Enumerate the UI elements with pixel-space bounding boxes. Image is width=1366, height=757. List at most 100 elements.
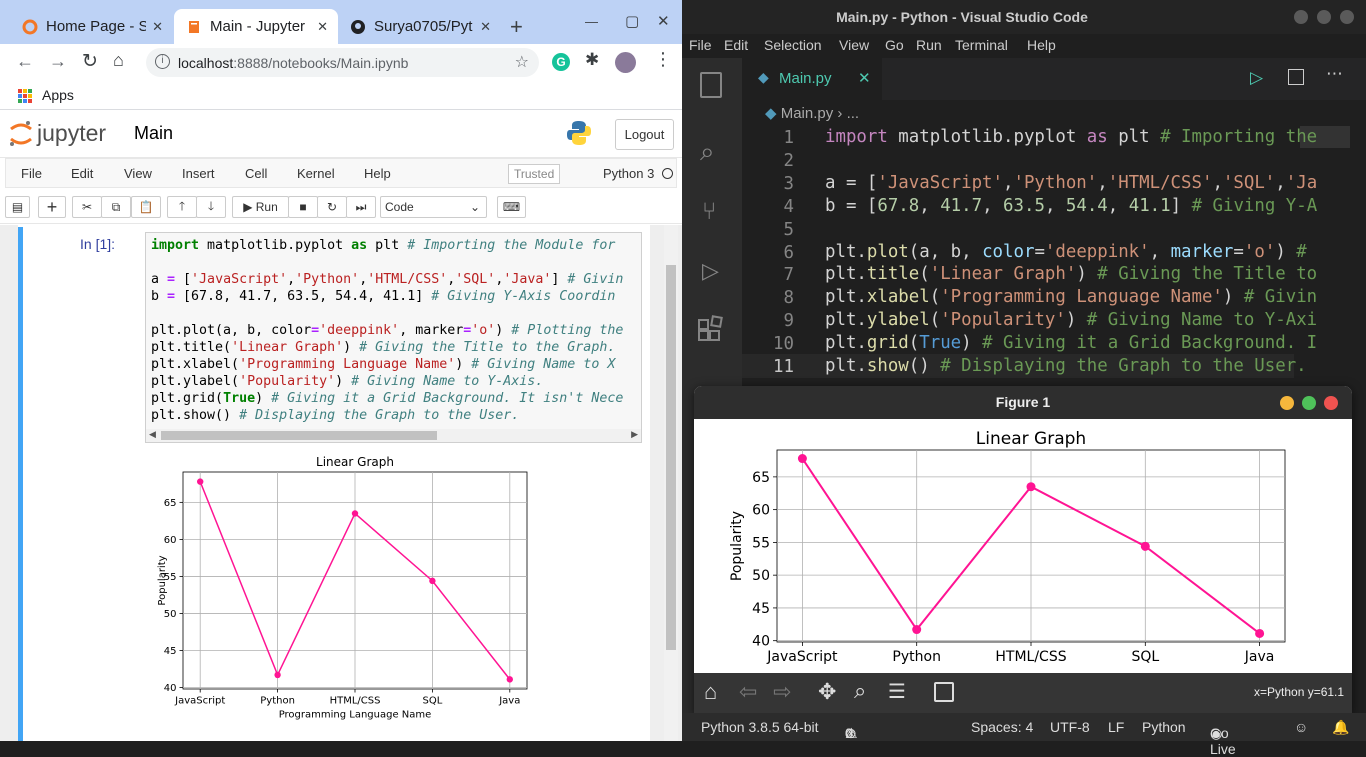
source-control-icon[interactable]: ⑂ — [702, 198, 716, 226]
line-number: 9 — [783, 311, 794, 332]
vs-menu-go[interactable]: Go — [885, 37, 904, 53]
apps-grid-icon[interactable] — [18, 89, 32, 103]
code-cell-editor[interactable]: import matplotlib.pyplot as plt # Import… — [145, 232, 642, 443]
more-actions-icon[interactable]: ⋯ — [1326, 64, 1343, 84]
vs-menu-selection[interactable]: Selection — [764, 37, 822, 53]
copy-icon[interactable]: ⧉ — [101, 196, 131, 218]
trusted-badge[interactable]: Trusted — [508, 164, 561, 184]
restart-run-all-icon[interactable]: ⏭ — [346, 196, 376, 218]
zoom-icon[interactable]: ⌕ — [854, 678, 866, 704]
vs-menu-edit[interactable]: Edit — [724, 37, 748, 53]
minimize-icon[interactable] — [1294, 10, 1308, 24]
eol-indicator[interactable]: LF — [1108, 719, 1124, 735]
editor-tab-main[interactable]: ◆ Main.py ✕ — [742, 58, 882, 100]
code-hscrollbar-thumb[interactable] — [161, 431, 437, 440]
save-figure-icon[interactable] — [934, 682, 954, 702]
menu-help[interactable]: Help — [364, 166, 391, 181]
configure-subplots-icon[interactable]: ☰ — [888, 679, 906, 704]
python-interpreter[interactable]: Python 3.8.5 64-bit — [701, 719, 819, 735]
interrupt-icon[interactable]: ■ — [288, 196, 318, 218]
close-tab-icon[interactable]: ✕ — [317, 19, 328, 35]
scroll-right-icon[interactable]: ▶ — [631, 429, 638, 440]
restart-icon[interactable]: ↻ — [317, 196, 347, 218]
figure-maximize-icon[interactable] — [1302, 396, 1316, 410]
move-up-icon[interactable]: 🡑 — [167, 196, 197, 218]
split-editor-icon[interactable] — [1288, 69, 1304, 85]
vs-menu-help[interactable]: Help — [1027, 37, 1056, 53]
forward-icon[interactable]: ⇨ — [773, 679, 791, 705]
new-tab-icon[interactable]: + — [510, 14, 523, 40]
maximize-icon[interactable]: ▢ — [625, 12, 639, 30]
code-text[interactable]: import matplotlib.pyplot as plt # Import… — [151, 237, 623, 424]
jupyter-logo-icon[interactable] — [8, 120, 34, 148]
maximize-icon[interactable] — [1317, 10, 1331, 24]
home-icon[interactable]: ⌂ — [704, 679, 717, 705]
back-icon[interactable]: ← — [16, 51, 34, 72]
editor-code[interactable]: import matplotlib.pyplot as plt # Import… — [825, 126, 1317, 378]
cut-icon[interactable]: ✂ — [72, 196, 102, 218]
vs-menu-terminal[interactable]: Terminal — [955, 37, 1008, 53]
grammarly-icon[interactable]: G — [552, 53, 570, 71]
menu-view[interactable]: View — [124, 166, 152, 181]
scroll-left-icon[interactable]: ◀ — [149, 429, 156, 440]
minimize-icon[interactable]: — — [585, 14, 598, 29]
menu-kernel[interactable]: Kernel — [297, 166, 335, 181]
vs-menu-view[interactable]: View — [839, 37, 869, 53]
browser-tab-main[interactable]: Main - Jupyter ✕ — [174, 9, 338, 44]
move-down-icon[interactable]: 🡓 — [196, 196, 226, 218]
close-tab-icon[interactable]: ✕ — [152, 19, 163, 35]
reload-icon[interactable]: ↻ — [82, 50, 98, 73]
menu-file[interactable]: File — [21, 166, 42, 181]
notebook-name[interactable]: Main — [134, 123, 173, 144]
url-input[interactable]: i localhost:8888/notebooks/Main.ipynb ☆ — [146, 48, 539, 77]
save-icon[interactable]: ▤ — [5, 196, 30, 218]
menu-cell[interactable]: Cell — [245, 166, 267, 181]
run-file-icon[interactable]: ▷ — [1250, 68, 1263, 88]
extensions-icon[interactable] — [698, 315, 726, 348]
bookmark-apps[interactable]: Apps — [42, 87, 74, 103]
close-tab-icon[interactable]: ✕ — [858, 69, 871, 87]
breadcrumb-file[interactable]: Main.py — [781, 105, 834, 122]
back-icon[interactable]: ⇦ — [739, 679, 757, 705]
feedback-icon[interactable]: ☺ — [1294, 719, 1308, 735]
bookmark-star-icon[interactable]: ☆ — [515, 52, 529, 72]
figure-minimize-icon[interactable] — [1280, 396, 1294, 410]
explorer-icon[interactable] — [700, 72, 722, 98]
pan-icon[interactable]: ✥ — [818, 679, 836, 705]
notifications-icon[interactable]: 🔔 — [1332, 719, 1349, 736]
encoding-indicator[interactable]: UTF-8 — [1050, 719, 1090, 735]
code-hscrollbar[interactable]: ◀ ▶ — [146, 429, 641, 442]
home-icon[interactable]: ⌂ — [113, 50, 124, 71]
command-palette-icon[interactable]: ⌨ — [497, 196, 526, 218]
insert-cell-icon[interactable]: + — [38, 196, 66, 218]
menu-insert[interactable]: Insert — [182, 166, 215, 181]
language-indicator[interactable]: Python — [1142, 719, 1186, 735]
close-tab-icon[interactable]: ✕ — [480, 19, 491, 35]
figure-close-icon[interactable] — [1324, 396, 1338, 410]
paste-icon[interactable]: 📋 — [131, 196, 161, 218]
forward-icon[interactable]: → — [49, 51, 67, 72]
figure-window: Figure 1 JavaScript Python HTML/CSS SQL Java… — [694, 386, 1352, 713]
browser-tab-github[interactable]: Surya0705/Pyt ✕ — [338, 9, 501, 44]
avatar[interactable] — [615, 52, 636, 73]
run-debug-icon[interactable]: ▷ — [702, 258, 719, 284]
extensions-icon[interactable]: ✱ — [585, 50, 599, 70]
vs-menu-run[interactable]: Run — [916, 37, 942, 53]
vs-menu-file[interactable]: File — [689, 37, 712, 53]
search-icon[interactable]: ⌕ — [700, 136, 715, 168]
page-scrollbar-thumb[interactable] — [666, 265, 676, 650]
y-tick-label: 50 — [164, 609, 177, 620]
browser-tab-home[interactable]: Home Page - Se ✕ — [10, 9, 173, 44]
menu-kebab-icon[interactable]: ⋮ — [654, 49, 672, 70]
cell-type-select[interactable]: Code ⌄ — [380, 196, 487, 218]
menu-edit[interactable]: Edit — [71, 166, 93, 181]
page-scrollbar[interactable] — [664, 225, 678, 741]
python-file-icon: ◆ — [758, 69, 769, 85]
breadcrumb-more[interactable]: ... — [847, 105, 860, 122]
close-window-icon[interactable]: ✕ — [657, 12, 670, 30]
indentation-indicator[interactable]: Spaces: 4 — [971, 719, 1033, 735]
logout-button[interactable]: Logout — [615, 119, 674, 150]
run-button[interactable]: ▶ Run — [232, 196, 289, 218]
close-window-icon[interactable] — [1340, 10, 1354, 24]
info-icon[interactable]: i — [155, 54, 170, 69]
